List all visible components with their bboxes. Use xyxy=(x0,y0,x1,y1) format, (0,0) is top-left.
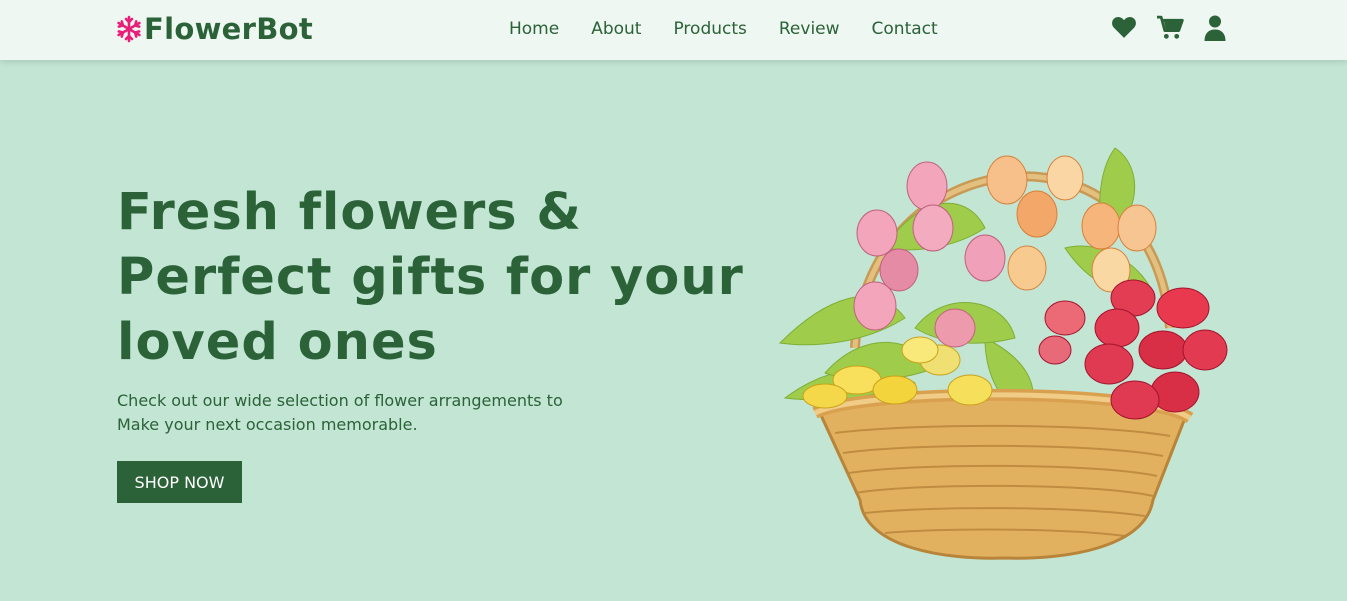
user-icon[interactable] xyxy=(1204,15,1226,41)
header-icons xyxy=(1111,15,1246,41)
main-nav: Home About Products Review Contact xyxy=(509,19,970,39)
brand-logo[interactable]: FlowerBot xyxy=(115,12,313,46)
hero-title: Fresh flowers & Perfect gifts for your l… xyxy=(117,183,744,372)
cart-icon[interactable] xyxy=(1157,15,1184,41)
nav-about[interactable]: About xyxy=(591,19,641,39)
brand-name: FlowerBot xyxy=(144,12,314,46)
shop-now-button[interactable]: SHOP NOW xyxy=(117,461,242,503)
hero-subtitle: Check out our wide selection of flower a… xyxy=(117,391,563,434)
flower-basket-image xyxy=(765,128,1235,568)
nav-products[interactable]: Products xyxy=(673,19,746,39)
site-header: FlowerBot Home About Products Review Con… xyxy=(0,0,1347,60)
heart-icon[interactable] xyxy=(1111,15,1137,41)
snowflake-icon xyxy=(115,15,143,43)
nav-home[interactable]: Home xyxy=(509,19,559,39)
nav-contact[interactable]: Contact xyxy=(872,19,938,39)
nav-review[interactable]: Review xyxy=(779,19,840,39)
